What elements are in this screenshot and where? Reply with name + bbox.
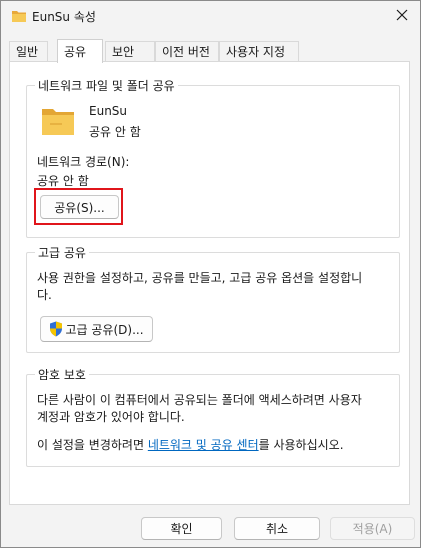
ok-button[interactable]: 확인: [141, 517, 222, 540]
password-protection-group-title: 암호 보호: [35, 366, 89, 383]
tab-previous-versions[interactable]: 이전 버전: [155, 41, 219, 61]
tab-security[interactable]: 보안: [105, 41, 155, 61]
password-protection-line3-prefix: 이 설정을 변경하려면: [37, 438, 148, 452]
advanced-share-group: 고급 공유 사용 권한을 설정하고, 공유를 만들고, 고급 공유 옵션을 설정…: [26, 244, 400, 353]
advanced-share-group-title: 고급 공유: [35, 244, 89, 261]
folder-name: EunSu: [89, 104, 128, 118]
close-button[interactable]: [384, 1, 420, 31]
close-icon: [396, 9, 408, 24]
uac-shield-icon: [49, 321, 63, 337]
window-title: EunSu 속성: [32, 10, 96, 24]
network-path-value: 공유 안 함: [37, 174, 89, 188]
advanced-share-description-line2: 다.: [37, 288, 52, 302]
password-protection-line3-suffix: 를 사용하십시오.: [258, 438, 344, 452]
password-protection-line1: 다른 사람이 이 컴퓨터에서 공유되는 폴더에 액세스하려면 사용자: [37, 393, 362, 407]
tab-sharing[interactable]: 공유: [57, 39, 103, 63]
cancel-button[interactable]: 취소: [234, 517, 320, 540]
password-protection-line3: 이 설정을 변경하려면 네트워크 및 공유 센터를 사용하십시오.: [37, 436, 344, 453]
folder-icon: [11, 9, 27, 23]
shared-folder-icon: [41, 106, 75, 139]
advanced-share-description-line1: 사용 권한을 설정하고, 공유를 만들고, 고급 공유 옵션을 설정합니: [37, 271, 363, 285]
tab-general[interactable]: 일반: [9, 41, 48, 61]
properties-window: EunSu 속성 일반 공유 보안 이전 버전 사용자 지정 네트워크 파일 및…: [0, 0, 421, 548]
tab-content-sharing: 네트워크 파일 및 폴더 공유 EunSu 공유 안 함 네트워크 경로(N):…: [9, 61, 410, 505]
network-path-label: 네트워크 경로(N):: [37, 155, 130, 169]
password-protection-line2: 계정과 암호가 있어야 합니다.: [37, 410, 185, 424]
tab-customize[interactable]: 사용자 지정: [219, 41, 299, 61]
highlight-box: [34, 188, 123, 225]
advanced-share-button[interactable]: 고급 공유(D)...: [40, 316, 153, 342]
share-status: 공유 안 함: [89, 125, 141, 139]
advanced-share-button-label: 고급 공유(D)...: [65, 322, 144, 337]
apply-button[interactable]: 적용(A): [330, 517, 415, 540]
network-sharing-center-link[interactable]: 네트워크 및 공유 센터: [148, 438, 259, 452]
password-protection-group: 암호 보호 다른 사람이 이 컴퓨터에서 공유되는 폴더에 액세스하려면 사용자…: [26, 366, 400, 467]
title-bar: EunSu 속성: [1, 1, 420, 31]
network-share-group-title: 네트워크 파일 및 폴더 공유: [35, 77, 178, 94]
